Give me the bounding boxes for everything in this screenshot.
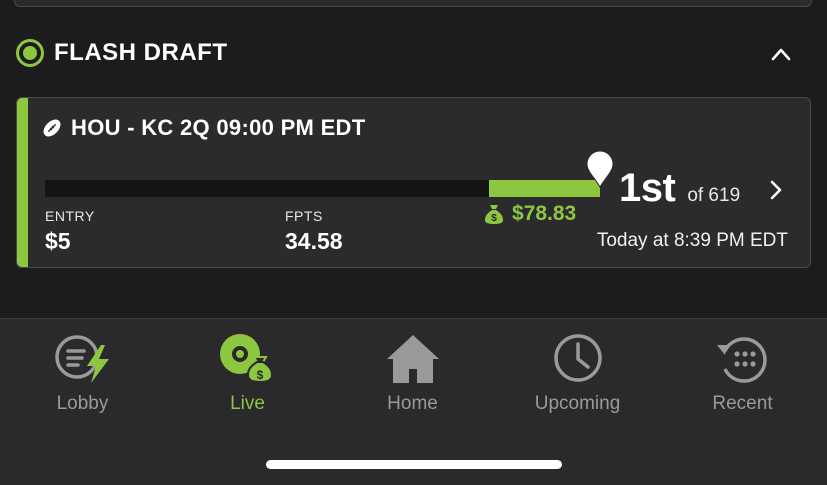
rank-value: 1st (619, 166, 676, 210)
tab-label-home: Home (387, 393, 438, 414)
entry-value: $5 (45, 228, 71, 254)
position-marker-icon (586, 150, 614, 188)
home-icon (386, 335, 439, 383)
recent-history-icon (716, 337, 767, 383)
tab-label-lobby: Lobby (56, 393, 109, 414)
football-icon (43, 119, 61, 137)
tab-label-live: Live (230, 393, 265, 414)
money-bag-icon: $ (485, 205, 503, 224)
contest-card[interactable]: HOU - KC 2Q 09:00 PM EDT ENTRY $5 FPTS 3… (16, 97, 811, 268)
tab-recent[interactable]: Recent (660, 319, 825, 429)
chevron-right-icon[interactable] (767, 179, 785, 201)
entry-label: ENTRY (45, 208, 95, 224)
fpts-value: 34.58 (285, 228, 343, 254)
tab-live[interactable]: $ Live (165, 319, 330, 429)
game-title: HOU - KC 2Q 09:00 PM EDT (71, 115, 366, 140)
svg-text:$: $ (491, 213, 497, 224)
live-indicator-icon (16, 39, 44, 67)
rank-total: of 619 (687, 185, 741, 206)
tab-upcoming[interactable]: Upcoming (495, 319, 660, 429)
lobby-lightning-icon (54, 335, 109, 383)
flash-draft-section-header[interactable]: FLASH DRAFT (16, 34, 811, 72)
fpts-label: FPTS (285, 208, 323, 224)
clock-icon (553, 334, 602, 382)
winnings: $ $78.83 (484, 202, 576, 226)
svg-text:$: $ (256, 368, 263, 382)
progress-track (45, 180, 600, 197)
tab-lobby[interactable]: Lobby (0, 319, 165, 429)
rank-block: 1st of 619 (619, 166, 740, 211)
collapse-button[interactable] (769, 42, 793, 66)
winnings-value: $78.83 (512, 202, 577, 225)
previous-card-edge (14, 0, 812, 7)
tab-home[interactable]: Home (330, 319, 495, 429)
tab-label-upcoming: Upcoming (534, 393, 621, 414)
game-row: HOU - KC 2Q 09:00 PM EDT (41, 115, 365, 141)
home-indicator[interactable] (266, 460, 562, 469)
live-money-icon: $ (219, 334, 273, 384)
tab-label-recent: Recent (712, 393, 773, 414)
section-title: FLASH DRAFT (54, 39, 228, 66)
progress-fill (489, 180, 600, 197)
contest-timestamp: Today at 8:39 PM EDT (596, 230, 788, 251)
chevron-up-icon (771, 48, 791, 61)
card-accent-bar (17, 98, 28, 267)
